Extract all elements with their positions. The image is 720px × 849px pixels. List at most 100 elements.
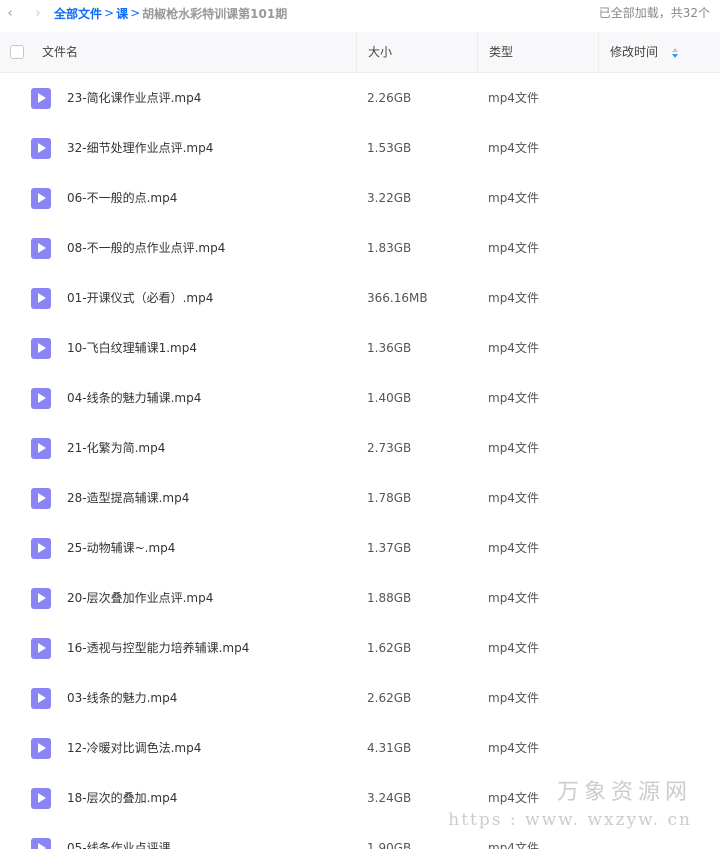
table-header: 文件名 大小 类型 修改时间 xyxy=(0,32,720,73)
table-row[interactable]: 04-线条的魅力辅课.mp4 1.40GB mp4文件 xyxy=(0,373,720,423)
breadcrumb-separator: > xyxy=(130,6,141,20)
file-type: mp4文件 xyxy=(488,691,539,705)
file-type: mp4文件 xyxy=(488,241,539,255)
video-file-icon xyxy=(31,688,51,709)
file-size: 1.40GB xyxy=(367,391,412,405)
file-size: 1.88GB xyxy=(367,591,412,605)
file-name[interactable]: 03-线条的魅力.mp4 xyxy=(67,673,177,723)
file-name[interactable]: 06-不一般的点.mp4 xyxy=(67,173,177,223)
column-header-type-label: 类型 xyxy=(489,45,514,59)
file-size: 3.24GB xyxy=(367,791,412,805)
file-size: 1.78GB xyxy=(367,491,412,505)
file-size: 366.16MB xyxy=(367,291,428,305)
table-row[interactable]: 03-线条的魅力.mp4 2.62GB mp4文件 xyxy=(0,673,720,723)
file-name[interactable]: 08-不一般的点作业点评.mp4 xyxy=(67,223,225,273)
file-size: 1.90GB xyxy=(367,841,412,849)
video-file-icon xyxy=(31,288,51,309)
breadcrumb-parent[interactable]: 课 xyxy=(116,5,128,22)
file-list: 23-简化课作业点评.mp4 2.26GB mp4文件 32-细节处理作业点评.mp4… xyxy=(0,73,720,849)
file-size: 2.73GB xyxy=(367,441,412,455)
column-header-name[interactable]: 文件名 xyxy=(42,32,78,72)
file-size: 2.26GB xyxy=(367,91,412,105)
file-type: mp4文件 xyxy=(488,841,539,849)
file-name[interactable]: 28-造型提高辅课.mp4 xyxy=(67,473,189,523)
video-file-icon xyxy=(31,88,51,109)
table-row[interactable]: 18-层次的叠加.mp4 3.24GB mp4文件 xyxy=(0,773,720,823)
file-name[interactable]: 20-层次叠加作业点评.mp4 xyxy=(67,573,213,623)
breadcrumb-separator: > xyxy=(104,6,115,20)
table-row[interactable]: 16-透视与控型能力培养辅课.mp4 1.62GB mp4文件 xyxy=(0,623,720,673)
column-header-modified-label: 修改时间 xyxy=(610,45,659,59)
video-file-icon xyxy=(31,838,51,849)
file-type: mp4文件 xyxy=(488,491,539,505)
breadcrumb-root[interactable]: 全部文件 xyxy=(54,5,102,22)
table-row[interactable]: 10-飞白纹理辅课1.mp4 1.36GB mp4文件 xyxy=(0,323,720,373)
table-row[interactable]: 01-开课仪式（必看）.mp4 366.16MB mp4文件 xyxy=(0,273,720,323)
file-name[interactable]: 05-线条作业点评课 xyxy=(67,823,171,849)
table-row[interactable]: 12-冷暖对比调色法.mp4 4.31GB mp4文件 xyxy=(0,723,720,773)
column-header-size-label: 大小 xyxy=(368,45,393,59)
table-row[interactable]: 08-不一般的点作业点评.mp4 1.83GB mp4文件 xyxy=(0,223,720,273)
table-row[interactable]: 28-造型提高辅课.mp4 1.78GB mp4文件 xyxy=(0,473,720,523)
table-row[interactable]: 20-层次叠加作业点评.mp4 1.88GB mp4文件 xyxy=(0,573,720,623)
table-row[interactable]: 23-简化课作业点评.mp4 2.26GB mp4文件 xyxy=(0,73,720,123)
file-type: mp4文件 xyxy=(488,291,539,305)
file-name[interactable]: 04-线条的魅力辅课.mp4 xyxy=(67,373,201,423)
table-row[interactable]: 32-细节处理作业点评.mp4 1.53GB mp4文件 xyxy=(0,123,720,173)
column-header-type[interactable]: 类型 xyxy=(477,32,599,72)
table-row[interactable]: 21-化繁为简.mp4 2.73GB mp4文件 xyxy=(0,423,720,473)
video-file-icon xyxy=(31,638,51,659)
column-header-modified[interactable]: 修改时间 xyxy=(598,32,720,72)
file-name[interactable]: 21-化繁为简.mp4 xyxy=(67,423,165,473)
video-file-icon xyxy=(31,238,51,259)
file-name[interactable]: 18-层次的叠加.mp4 xyxy=(67,773,177,823)
sort-icon[interactable] xyxy=(671,47,679,58)
file-name[interactable]: 12-冷暖对比调色法.mp4 xyxy=(67,723,201,773)
file-type: mp4文件 xyxy=(488,541,539,555)
video-file-icon xyxy=(31,588,51,609)
back-chevron-left-icon[interactable]: ‹ xyxy=(0,0,20,26)
video-file-icon xyxy=(31,788,51,809)
table-row[interactable]: 25-动物辅课~.mp4 1.37GB mp4文件 xyxy=(0,523,720,573)
file-browser: ‹ › 全部文件 > 课 > 胡椒枪水彩特训课第101期 已全部加载，共32个 … xyxy=(0,0,720,849)
breadcrumb-current: 胡椒枪水彩特训课第101期 xyxy=(142,6,288,21)
select-all-checkbox[interactable] xyxy=(10,45,24,59)
file-type: mp4文件 xyxy=(488,391,539,405)
file-name[interactable]: 10-飞白纹理辅课1.mp4 xyxy=(67,323,197,373)
load-status: 已全部加载，共32个 xyxy=(598,6,710,20)
file-name[interactable]: 16-透视与控型能力培养辅课.mp4 xyxy=(67,623,249,673)
table-row[interactable]: 05-线条作业点评课 1.90GB mp4文件 xyxy=(0,823,720,849)
file-type: mp4文件 xyxy=(488,641,539,655)
file-size: 1.53GB xyxy=(367,141,412,155)
file-type: mp4文件 xyxy=(488,791,539,805)
file-size: 1.62GB xyxy=(367,641,412,655)
file-type: mp4文件 xyxy=(488,91,539,105)
file-type: mp4文件 xyxy=(488,741,539,755)
video-file-icon xyxy=(31,488,51,509)
breadcrumb: 全部文件 > 课 > 胡椒枪水彩特训课第101期 xyxy=(54,5,287,22)
forward-chevron-right-icon[interactable]: › xyxy=(28,0,48,26)
video-file-icon xyxy=(31,138,51,159)
file-name[interactable]: 01-开课仪式（必看）.mp4 xyxy=(67,273,213,323)
breadcrumb-bar: ‹ › 全部文件 > 课 > 胡椒枪水彩特训课第101期 已全部加载，共32个 xyxy=(0,0,720,26)
video-file-icon xyxy=(31,338,51,359)
video-file-icon xyxy=(31,388,51,409)
file-type: mp4文件 xyxy=(488,441,539,455)
video-file-icon xyxy=(31,188,51,209)
file-size: 1.36GB xyxy=(367,341,412,355)
file-size: 4.31GB xyxy=(367,741,412,755)
file-name[interactable]: 23-简化课作业点评.mp4 xyxy=(67,73,201,123)
table-row[interactable]: 06-不一般的点.mp4 3.22GB mp4文件 xyxy=(0,173,720,223)
video-file-icon xyxy=(31,738,51,759)
file-size: 2.62GB xyxy=(367,691,412,705)
video-file-icon xyxy=(31,538,51,559)
file-name[interactable]: 25-动物辅课~.mp4 xyxy=(67,523,175,573)
file-size: 3.22GB xyxy=(367,191,412,205)
file-size: 1.37GB xyxy=(367,541,412,555)
file-type: mp4文件 xyxy=(488,191,539,205)
file-type: mp4文件 xyxy=(488,591,539,605)
file-name[interactable]: 32-细节处理作业点评.mp4 xyxy=(67,123,213,173)
column-header-size[interactable]: 大小 xyxy=(356,32,478,72)
file-type: mp4文件 xyxy=(488,341,539,355)
file-type: mp4文件 xyxy=(488,141,539,155)
